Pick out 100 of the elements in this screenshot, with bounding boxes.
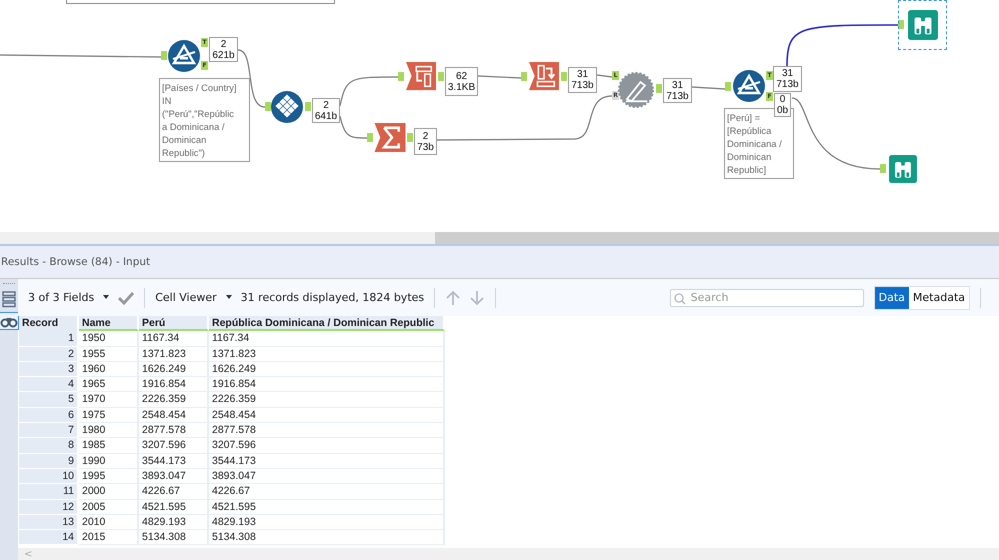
viewer-dropdown[interactable]: Cell Viewer [155,291,233,304]
table-cell: 5134.308 [139,530,209,546]
table-cell: 4829.193 [209,514,445,530]
row-number: 14 [19,530,79,546]
row-number: 11 [19,484,79,500]
connection-anchor[interactable] [438,72,444,81]
connection-anchor[interactable] [407,133,413,142]
table-cell: 1916.854 [139,377,209,392]
table-cell: 3207.596 [139,438,209,454]
row-number: 5 [19,392,79,408]
arrow-down-icon[interactable] [469,290,486,306]
row-number: 7 [19,423,79,438]
table-cell: 3893.047 [209,468,445,484]
view-tab[interactable]: Data [874,286,909,308]
connection-anchor[interactable] [305,102,311,111]
connection-anchor[interactable] [161,51,167,60]
table-icon[interactable] [528,61,560,91]
record-count-label: 31 713b [773,66,802,92]
scroll-bar[interactable] [0,232,999,246]
row-number: 12 [19,500,79,515]
table-cell: 1975 [79,408,139,424]
connection-anchor[interactable] [725,82,731,91]
binoculars-icon[interactable] [888,155,918,183]
list-icon[interactable] [1,290,17,308]
connection-anchor[interactable] [898,20,904,29]
record-count-label: 2 641b [312,98,340,123]
row-number: 10 [19,468,79,484]
record-count-label: 2 621b [209,37,238,62]
row-number: 9 [19,454,79,469]
table-cell: 4521.595 [139,500,209,515]
table-cell: 1995 [79,468,139,484]
table-cell: 3207.596 [209,438,445,454]
table-cell: 1990 [79,454,139,469]
table-cell: 2877.578 [209,423,445,438]
table-cell: 2226.359 [139,392,209,408]
row-number: 1 [19,331,79,347]
arrow-up-icon[interactable] [445,290,462,306]
table-cell: 4521.595 [209,500,445,515]
view-tab[interactable]: Metadata [908,286,969,308]
connection-anchor[interactable] [880,164,886,173]
check-icon[interactable] [118,290,134,304]
connection-anchor[interactable] [656,84,662,93]
table-cell: 2010 [79,514,139,530]
caret-icon [224,295,233,300]
column-header[interactable]: Perú [139,316,209,332]
connection-anchor[interactable] [561,72,567,81]
table-cell: 1985 [79,438,139,454]
row-number: 2 [19,346,79,362]
record-count-label: 31 713b [568,67,597,93]
table-cell: 3544.173 [139,454,209,469]
connection-anchor[interactable] [367,133,373,142]
table-cell: 1970 [79,392,139,408]
table-cell: 3544.173 [209,454,445,469]
binoculars-icon[interactable] [908,10,938,40]
record-count-label: 0 0b [774,93,791,117]
column-header[interactable]: Name [79,316,139,332]
record-count-label: 31 713b [663,78,692,103]
table-cell: 1371.823 [139,346,209,362]
table-cell: 2226.359 [209,392,445,408]
table-cell: 1916.854 [209,377,445,392]
search-icon [674,292,686,304]
filter-icon[interactable] [168,40,200,72]
table-cell: 4829.193 [139,514,209,530]
annotation-text: [Países / Country] IN ("Perú","Repúblic a Dominicana / Dominican Republic") [159,78,250,162]
fields-dropdown[interactable]: 3 of 3 Fields [28,291,110,304]
row-number: 8 [19,438,79,454]
table-cell: 1980 [79,423,139,438]
table-cell: 2548.454 [139,408,209,424]
row-number: 6 [19,408,79,424]
table-cell: 5134.308 [209,530,445,546]
row-number: 3 [19,362,79,378]
records-summary: 31 records displayed, 1824 bytes [240,291,424,304]
row-number: 4 [19,377,79,392]
dot-grid-icon[interactable] [271,91,303,123]
table-cell: 1371.823 [209,346,445,362]
column-header[interactable]: Record [19,316,79,332]
table-icon[interactable] [405,61,437,91]
sigma-icon[interactable] [374,122,406,153]
table-cell: 2000 [79,484,139,500]
caret-icon [102,295,110,300]
table-cell: 1626.249 [139,362,209,378]
table-cell: 2877.578 [139,423,209,438]
table-cell: 2548.454 [209,408,445,424]
table-cell: 1167.34 [139,331,209,347]
table-cell: 2015 [79,530,139,546]
connection-anchor[interactable] [398,72,404,81]
search-field[interactable]: Search [670,288,864,306]
binoculars-icon[interactable] [0,312,19,330]
filter-icon[interactable] [733,70,765,102]
table-cell: 1965 [79,377,139,392]
table-cell: 2005 [79,500,139,515]
connection-anchor[interactable] [521,72,527,81]
column-header[interactable]: República Dominicana / Dominican Republic [209,316,445,332]
table-cell: 1167.34 [209,331,445,347]
record-count-label: 62 3.1KB [445,67,478,96]
gear-icon[interactable] [618,72,654,108]
connection-anchor[interactable] [265,102,271,111]
record-count-label: 2 73b [414,128,437,155]
row-number: 13 [19,514,79,530]
table-cell: 4226.67 [139,484,209,500]
